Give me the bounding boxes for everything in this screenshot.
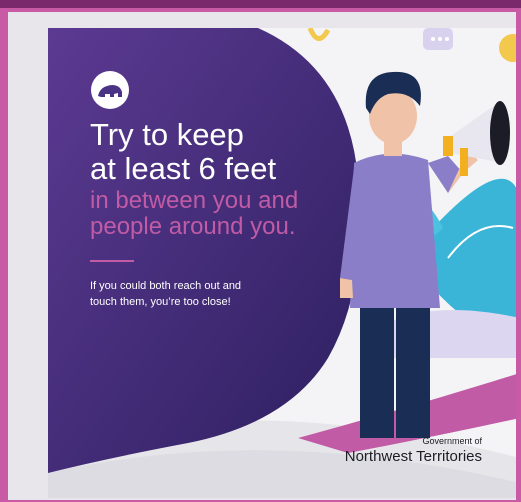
divider (90, 260, 134, 262)
subheadline: in between you and people around you. (90, 187, 299, 240)
polar-bear-icon (91, 71, 129, 109)
emoji-icon (499, 34, 516, 62)
poster: Try to keep at least 6 feet in between y… (48, 28, 516, 498)
body-text: If you could both reach out and touch th… (90, 280, 242, 308)
top-bar (0, 0, 521, 8)
image-frame: Try to keep at least 6 feet in between y… (8, 12, 516, 500)
headline: Try to keep at least 6 feet (90, 117, 277, 186)
gov-line2: Northwest Territories (344, 448, 482, 465)
gov-line1: Government of (422, 436, 482, 446)
